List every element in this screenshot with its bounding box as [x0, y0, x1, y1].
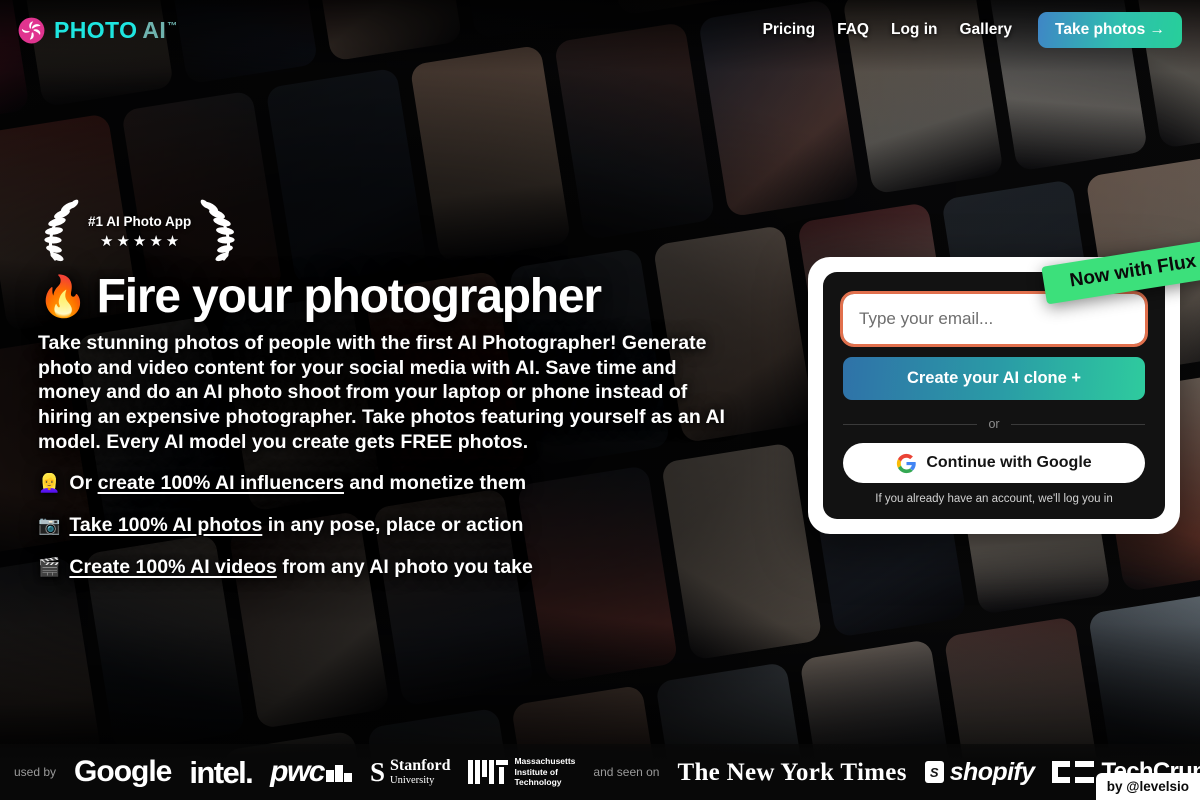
hero-section: 🔥 Fire your photographer Take stunning p… — [38, 270, 758, 579]
social-proof-logo-bar: used by Google intel. pwc S Stanford Uni… — [0, 744, 1200, 800]
feature-list: 👱‍♀️ Or create 100% AI influencers and m… — [38, 472, 758, 579]
used-by-caption: used by — [14, 765, 57, 779]
nav-link-login[interactable]: Log in — [891, 21, 938, 39]
pwc-logo: pwc — [270, 757, 352, 787]
nav-link-gallery[interactable]: Gallery — [959, 21, 1012, 39]
nav-link-faq[interactable]: FAQ — [837, 21, 869, 39]
feature-text: Create 100% AI videos from any AI photo … — [69, 555, 533, 578]
techcrunch-mark-icon — [1052, 761, 1095, 783]
feature-link-photos[interactable]: Take 100% AI photos — [69, 514, 262, 536]
feature-row-photos: 📷 Take 100% AI photos in any pose, place… — [38, 514, 758, 537]
signup-card: Create your AI clone + or Continue with … — [808, 257, 1180, 534]
stanford-s-icon: S — [369, 756, 386, 787]
continue-with-google-button[interactable]: Continue with Google — [843, 443, 1145, 483]
pwc-blocks-icon — [325, 762, 352, 782]
mit-logo: Massachusetts Institute of Technology — [468, 756, 575, 788]
main-navigation: Pricing FAQ Log in Gallery Take photos → — [763, 12, 1182, 48]
award-star-rating: ★ ★ ★ ★ ★ — [100, 234, 179, 249]
feature-text: Take 100% AI photos in any pose, place o… — [69, 513, 524, 536]
divider: or — [843, 417, 1145, 431]
feature-row-influencers: 👱‍♀️ Or create 100% AI influencers and m… — [38, 472, 758, 495]
star-icon: ★ — [99, 232, 114, 250]
hero-subtitle: Take stunning photos of people with the … — [38, 331, 725, 453]
star-icon: ★ — [149, 232, 163, 250]
stanford-name: Stanford — [390, 757, 451, 775]
google-g-icon — [897, 453, 917, 473]
signup-card-inner: Create your AI clone + or Continue with … — [823, 272, 1165, 519]
page-title: 🔥 Fire your photographer — [38, 270, 758, 323]
feature-link-influencers[interactable]: create 100% AI influencers — [98, 472, 344, 494]
shopify-bag-icon: S — [924, 761, 944, 783]
camera-emoji-icon: 📷 — [38, 514, 61, 535]
google-button-label: Continue with Google — [926, 454, 1092, 471]
brand-name-secondary: AI™ — [142, 16, 178, 43]
landing-page: PHOTO AI™ Pricing FAQ Log in Gallery Tak… — [0, 0, 1200, 800]
laurel-wreath-left-icon — [44, 199, 79, 262]
signup-note: If you already have an account, we'll lo… — [875, 493, 1113, 505]
clapperboard-emoji-icon: 🎬 — [38, 556, 61, 577]
take-photos-button[interactable]: Take photos → — [1038, 12, 1182, 48]
email-field[interactable] — [840, 291, 1148, 347]
star-icon: ★ — [132, 232, 147, 250]
trademark-symbol: ™ — [167, 20, 178, 32]
divider-line-left — [843, 423, 978, 425]
new-york-times-logo: The New York Times — [677, 758, 907, 786]
divider-label: or — [988, 417, 1000, 431]
levelsio-credit-badge[interactable]: by @levelsio — [1095, 773, 1200, 800]
create-ai-clone-button[interactable]: Create your AI clone + — [843, 357, 1145, 400]
seen-on-caption: and seen on — [593, 765, 660, 779]
stanford-sub: University — [390, 774, 435, 786]
feature-row-videos: 🎬 Create 100% AI videos from any AI phot… — [38, 556, 758, 579]
award-title: #1 AI Photo App — [88, 213, 192, 229]
hero-title-text: Fire your photographer — [96, 270, 602, 323]
laurel-wreath-right-icon — [200, 199, 235, 262]
mit-line-2: Institute of — [514, 766, 558, 777]
stanford-logo: S Stanford University — [369, 756, 451, 787]
site-header: PHOTO AI™ Pricing FAQ Log in Gallery Tak… — [0, 0, 1200, 60]
shopify-word: shopify — [949, 757, 1035, 786]
brand-name-primary: PHOTO — [54, 16, 138, 43]
intel-logo: intel. — [189, 754, 253, 790]
fire-emoji-icon: 🔥 — [38, 275, 88, 320]
swirl-logo-icon — [18, 17, 45, 43]
award-center: #1 AI Photo App ★ ★ ★ ★ ★ — [86, 214, 193, 249]
divider-line-right — [1010, 423, 1145, 425]
mit-bars-icon — [468, 760, 509, 784]
feature-link-videos[interactable]: Create 100% AI videos — [69, 556, 276, 578]
shopify-logo: S shopify — [924, 757, 1035, 786]
feature-text: Or create 100% AI influencers and moneti… — [69, 471, 527, 494]
person-emoji-icon: 👱‍♀️ — [38, 472, 61, 493]
google-logo: Google — [74, 755, 172, 788]
star-icon: ★ — [116, 232, 130, 250]
mit-line-1: Massachusetts — [514, 756, 576, 767]
brand-wordmark: PHOTO AI™ — [54, 17, 178, 44]
nav-link-pricing[interactable]: Pricing — [763, 21, 816, 39]
brand-logo[interactable]: PHOTO AI™ — [18, 17, 178, 44]
award-badge: #1 AI Photo App ★ ★ ★ ★ ★ — [38, 198, 241, 264]
star-icon: ★ — [165, 232, 180, 250]
mit-line-3: Technology — [514, 777, 562, 788]
